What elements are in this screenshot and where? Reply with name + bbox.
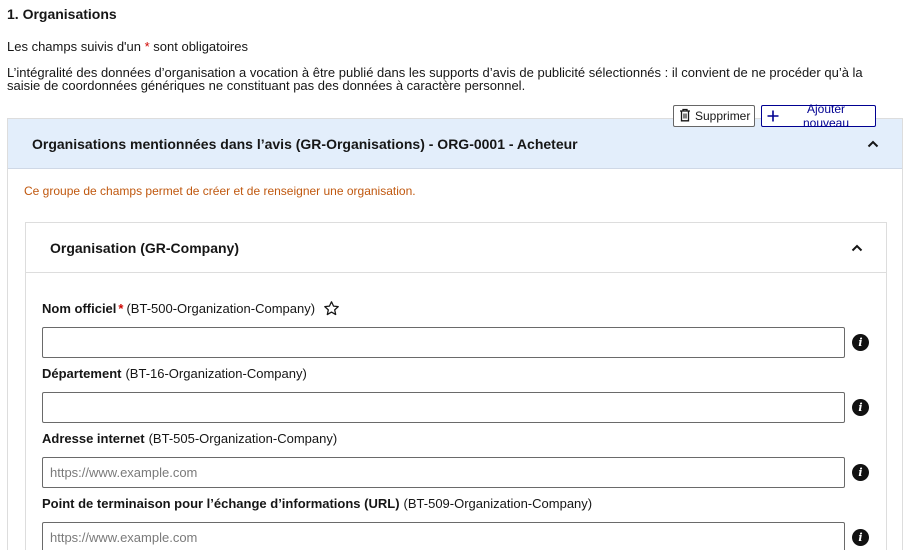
- delete-button-label: Supprimer: [695, 109, 751, 123]
- field-code: (BT-505-Organization-Company): [148, 430, 338, 446]
- website-label: Adresse internet (BT-505-Organization-Co…: [42, 429, 882, 447]
- plus-icon: [767, 108, 779, 125]
- chevron-up-icon[interactable]: [866, 137, 880, 151]
- add-new-button[interactable]: Ajouter nouveau: [761, 102, 876, 130]
- required-star: *: [118, 300, 124, 316]
- official-name-label: Nom officiel * (BT-500-Organization-Comp…: [42, 299, 882, 317]
- add-new-button-label: Ajouter nouveau: [802, 102, 850, 130]
- website-input[interactable]: [42, 457, 845, 488]
- endpoint-url-input[interactable]: [42, 522, 845, 550]
- info-icon[interactable]: i: [852, 464, 869, 481]
- official-name-input[interactable]: [42, 327, 845, 358]
- required-note-prefix: Les champs suivis d'un: [7, 39, 145, 54]
- company-subgroup: Organisation (GR-Company) Nom officiel *…: [25, 222, 887, 550]
- info-icon[interactable]: i: [852, 334, 869, 351]
- organisations-group: Organisations mentionnées dans l’avis (G…: [7, 118, 903, 550]
- company-subgroup-header[interactable]: Organisation (GR-Company): [26, 223, 886, 273]
- trash-icon: [679, 108, 691, 125]
- endpoint-url-field: Point de terminaison pour l’échange d’in…: [42, 494, 882, 550]
- company-subgroup-title: Organisation (GR-Company): [50, 239, 240, 256]
- department-field: Département (BT-16-Organization-Company)…: [42, 364, 882, 423]
- organisations-group-description: Ce groupe de champs permet de créer et d…: [24, 184, 416, 198]
- required-note: Les champs suivis d'un * sont obligatoir…: [7, 39, 248, 54]
- department-label: Département (BT-16-Organization-Company): [42, 364, 882, 382]
- section-title: 1. Organisations: [7, 6, 117, 22]
- field-label-text: Point de terminaison pour l’échange d’in…: [42, 495, 400, 511]
- website-field: Adresse internet (BT-505-Organization-Co…: [42, 429, 882, 488]
- field-label-text: Adresse internet: [42, 430, 145, 446]
- field-code: (BT-509-Organization-Company): [403, 495, 593, 511]
- organisations-group-title: Organisations mentionnées dans l’avis (G…: [32, 135, 578, 152]
- department-input[interactable]: [42, 392, 845, 423]
- chevron-up-icon[interactable]: [850, 241, 864, 255]
- delete-button[interactable]: Supprimer: [673, 105, 755, 127]
- field-label-text: Nom officiel: [42, 300, 117, 316]
- required-note-suffix: sont obligatoires: [149, 39, 248, 54]
- star-icon[interactable]: [323, 300, 340, 317]
- endpoint-url-label: Point de terminaison pour l’échange d’in…: [42, 494, 882, 512]
- field-label-text: Département: [42, 365, 122, 381]
- info-icon[interactable]: i: [852, 529, 869, 546]
- field-code: (BT-16-Organization-Company): [125, 365, 307, 381]
- field-code: (BT-500-Organization-Company): [126, 300, 316, 316]
- privacy-notice: L’intégralité des données d’organisation…: [7, 65, 863, 93]
- info-icon[interactable]: i: [852, 399, 869, 416]
- official-name-field: Nom officiel * (BT-500-Organization-Comp…: [42, 299, 882, 358]
